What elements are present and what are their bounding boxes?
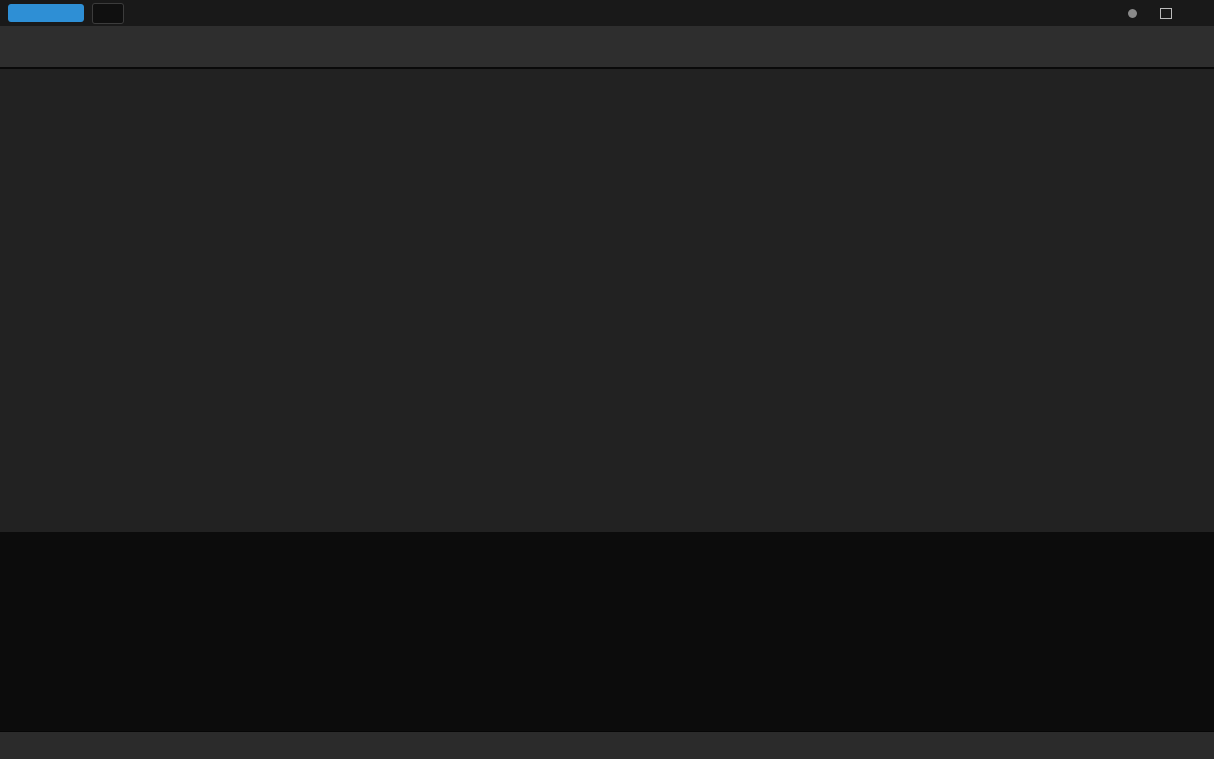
device-panel (0, 532, 1214, 731)
title-bar (0, 0, 1214, 26)
template-button[interactable] (8, 4, 84, 22)
bitwig-logo (592, 8, 624, 19)
status-dot (1128, 9, 1137, 18)
restore-window-icon[interactable] (1160, 8, 1172, 19)
main-area (0, 69, 1214, 532)
bitwig-window (0, 0, 1214, 759)
status-bar (0, 731, 1214, 759)
transport-bar (0, 26, 1214, 69)
project-tab[interactable] (92, 3, 124, 24)
